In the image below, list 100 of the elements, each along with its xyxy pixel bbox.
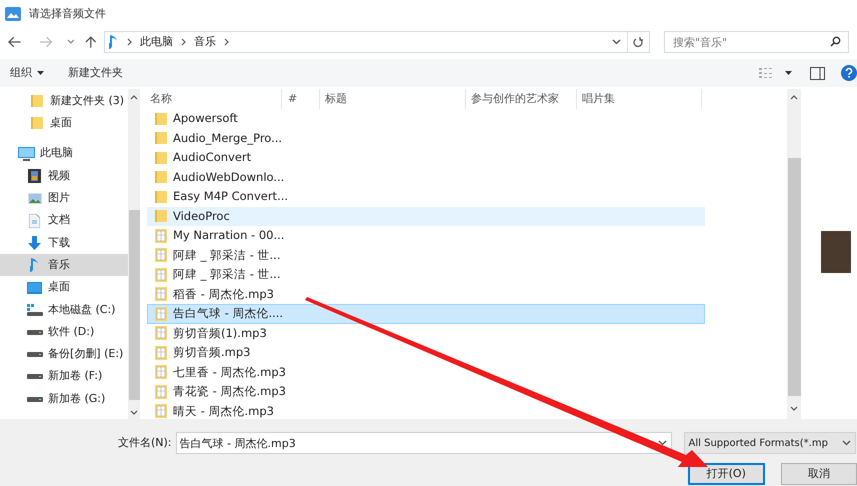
window-title: 请选择音频文件 (29, 6, 106, 22)
file-row[interactable]: 阿肆 _ 郭采洁 - 世... (147, 246, 705, 265)
back-arrow-icon[interactable] (8, 36, 22, 48)
open-button[interactable]: 打开(O) (688, 463, 765, 485)
computer-icon (18, 146, 35, 161)
dropdown-triangle-icon[interactable] (37, 71, 44, 75)
folder-icon (28, 116, 45, 130)
column-header[interactable]: # (282, 89, 320, 109)
file-row[interactable]: AudioConvert (147, 148, 705, 168)
file-row[interactable]: 晴天 - 周杰伦.mp3 (147, 402, 705, 421)
address-bar[interactable]: 此电脑 音乐 (104, 31, 650, 53)
drive-icon (26, 304, 43, 316)
file-row[interactable]: My Narration - 00... (147, 226, 705, 246)
audio-file-icon (152, 248, 169, 262)
breadcrumb[interactable]: 音乐 (194, 34, 216, 50)
drive-icon (26, 330, 43, 335)
audio-file-icon (152, 287, 169, 302)
file-row[interactable]: 剪切音频(1).mp3 (147, 324, 705, 343)
audio-file-icon (152, 268, 169, 282)
audio-file-icon (152, 228, 169, 243)
down-arrow-icon (26, 236, 43, 250)
film-icon (26, 169, 43, 184)
scroll-down-icon[interactable] (790, 406, 798, 411)
audio-file-icon (152, 346, 169, 360)
dropdown-triangle-icon[interactable] (785, 71, 792, 75)
app-icon (5, 7, 21, 21)
scrollbar-thumb[interactable] (128, 210, 140, 400)
document-icon (26, 214, 43, 228)
folder-icon (152, 209, 169, 224)
sidebar-item[interactable]: 此电脑 (0, 142, 128, 165)
picture-icon (26, 192, 43, 204)
column-header[interactable]: 唱片集 (577, 89, 702, 109)
search-icon[interactable] (830, 36, 841, 47)
file-type-dropdown[interactable]: All Supported Formats(*.mp (684, 432, 856, 454)
column-header[interactable]: 标题 (320, 89, 466, 109)
chevron-down-icon[interactable] (842, 440, 851, 446)
photo-placeholder (821, 231, 851, 273)
audio-file-icon (152, 306, 169, 321)
sidebar-item[interactable]: 桌面 (0, 112, 128, 135)
folder-icon (152, 131, 169, 146)
toolbar-button[interactable]: 新建文件夹 (68, 64, 123, 82)
audio-file-icon (152, 326, 169, 340)
refresh-icon[interactable] (633, 36, 644, 48)
file-row[interactable]: Audio_Merge_Pro... (147, 128, 705, 148)
sidebar-item[interactable]: 新加卷 (F:) (0, 366, 128, 388)
file-row[interactable]: 七里香 - 周杰伦.mp3 (147, 362, 705, 382)
drive-icon (26, 352, 43, 357)
audio-file-icon (152, 384, 169, 399)
sidebar-item[interactable]: 文档 (0, 209, 128, 232)
sidebar-item[interactable]: 下载 (0, 232, 128, 254)
sidebar-item[interactable]: 视频 (0, 164, 128, 188)
audio-file-icon (152, 404, 169, 418)
preview-pane-icon[interactable] (810, 66, 825, 80)
breadcrumb[interactable]: 此电脑 (140, 34, 174, 50)
search-field[interactable]: 搜索"音乐" (664, 31, 849, 53)
scroll-down-icon[interactable] (130, 410, 138, 415)
sidebar-item[interactable]: 新建文件夹 (3) (0, 90, 128, 112)
folder-icon (28, 94, 45, 108)
folder-icon (152, 150, 169, 165)
scroll-up-icon[interactable] (130, 95, 138, 100)
folder-icon (152, 190, 169, 204)
column-header[interactable]: 参与创作的艺术家 (466, 89, 577, 109)
sidebar-item[interactable]: 桌面 (0, 276, 128, 299)
file-row[interactable]: 稻香 - 周杰伦.mp3 (147, 284, 705, 304)
sidebar-item[interactable]: 图片 (0, 187, 128, 210)
sidebar-item[interactable]: 本地磁盘 (C:) (0, 298, 128, 321)
file-row[interactable]: Easy M4P Convert... (147, 187, 705, 206)
drive-icon (26, 396, 43, 402)
file-row[interactable]: 告白气球 - 周杰伦.... (147, 304, 705, 324)
audio-file-icon (152, 365, 169, 380)
organize-menu-button[interactable]: 组织 (10, 64, 44, 82)
scrollbar-thumb[interactable] (788, 158, 800, 396)
file-row[interactable]: 青花瓷 - 周杰伦.mp3 (147, 382, 705, 402)
file-row[interactable]: 剪切音频.mp3 (147, 343, 705, 362)
up-arrow-icon[interactable] (84, 35, 96, 49)
file-row[interactable]: AudioWebDownlo... (147, 168, 705, 187)
file-row[interactable]: 阿肆 _ 郭采洁 - 世... (147, 265, 705, 284)
help-icon[interactable] (841, 65, 857, 81)
sidebar-item[interactable]: 备份[勿删] (E:) (0, 343, 128, 366)
cancel-button[interactable]: 取消 (780, 463, 857, 485)
column-header[interactable]: 名称 (147, 89, 282, 109)
chevron-right-icon[interactable] (224, 38, 230, 46)
filename-label: 文件名(N): (118, 434, 172, 451)
folder-icon (152, 170, 169, 184)
sidebar-item[interactable]: 音乐 (0, 254, 128, 276)
music-note-icon (109, 34, 120, 50)
monitor-icon (26, 282, 43, 294)
filename-field[interactable]: 告白气球 - 周杰伦.mp3 (176, 432, 672, 454)
drive-icon (26, 374, 43, 380)
scroll-up-icon[interactable] (790, 95, 798, 100)
sidebar-item[interactable]: 软件 (D:) (0, 320, 128, 344)
folder-icon (152, 112, 169, 126)
file-row[interactable]: Apowersoft (147, 109, 705, 128)
chevron-right-icon[interactable] (181, 38, 186, 46)
file-row[interactable]: VideoProc (147, 206, 705, 226)
sidebar-item[interactable]: 新加卷 (G:) (0, 388, 128, 410)
chevron-down-icon[interactable] (66, 39, 75, 45)
chevron-right-icon[interactable] (127, 38, 132, 46)
chevron-down-icon[interactable] (658, 440, 667, 446)
chevron-down-icon[interactable] (612, 39, 621, 45)
